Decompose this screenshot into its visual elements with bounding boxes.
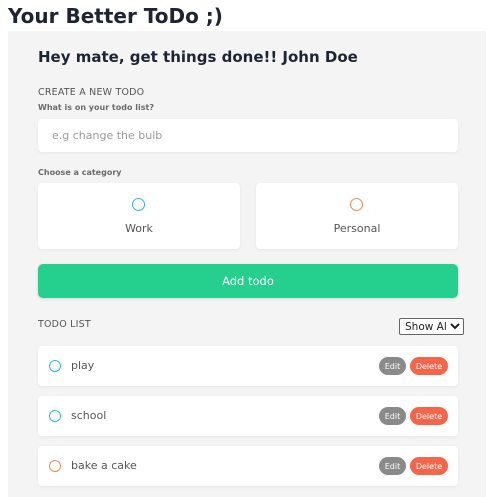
greeting-heading: Hey mate, get things done!! John Doe <box>38 48 358 66</box>
todo-item: play Edit Delete <box>38 346 458 386</box>
delete-button[interactable]: Delete <box>410 407 448 425</box>
personal-radio-icon[interactable] <box>350 198 363 211</box>
todo-item: school Edit Delete <box>38 396 458 436</box>
todo-text: bake a cake <box>71 459 137 472</box>
filter-select[interactable]: Show All <box>399 318 464 335</box>
edit-button[interactable]: Edit <box>379 457 406 475</box>
page: Your Better ToDo ;) Hey mate, get things… <box>0 0 492 497</box>
todo-list-title: TODO LIST <box>38 319 91 330</box>
delete-button[interactable]: Delete <box>410 357 448 375</box>
todo-text: play <box>71 359 95 372</box>
category-label: Choose a category <box>38 168 122 177</box>
todo-input[interactable] <box>38 119 458 152</box>
todo-item: bake a cake Edit Delete <box>38 446 458 486</box>
category-label-work: Work <box>125 222 153 235</box>
edit-button[interactable]: Edit <box>379 357 406 375</box>
todo-status-icon[interactable] <box>49 460 61 472</box>
add-todo-button[interactable]: Add todo <box>38 264 458 298</box>
todo-text: school <box>71 409 107 422</box>
create-section-title: CREATE A NEW TODO <box>38 87 145 98</box>
work-radio-icon[interactable] <box>132 198 145 211</box>
todo-status-icon[interactable] <box>49 410 61 422</box>
delete-button[interactable]: Delete <box>410 457 448 475</box>
app-title: Your Better ToDo ;) <box>8 4 223 28</box>
todo-question-label: What is on your todo list? <box>38 103 154 112</box>
todo-status-icon[interactable] <box>49 360 61 372</box>
category-option-personal[interactable]: Personal <box>256 183 458 249</box>
category-option-work[interactable]: Work <box>38 183 240 249</box>
category-label-personal: Personal <box>333 222 381 235</box>
edit-button[interactable]: Edit <box>379 407 406 425</box>
